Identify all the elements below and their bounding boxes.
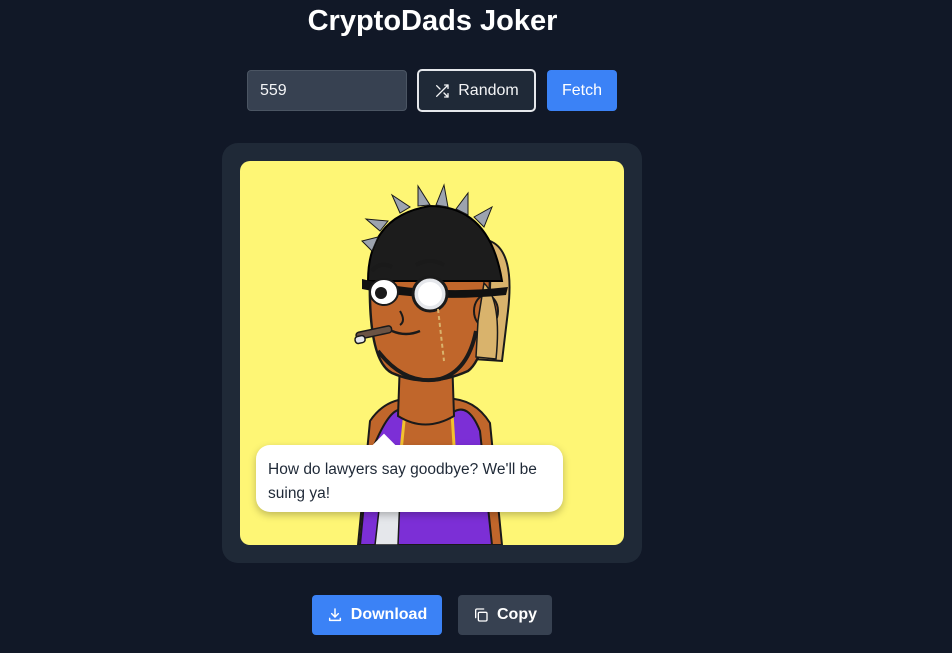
page: CryptoDads Joker Random Fetch [0,0,952,653]
shuffle-icon [434,83,450,99]
random-button-label: Random [458,81,519,99]
page-title: CryptoDads Joker [307,5,558,37]
nft-card: How do lawyers say goodbye? We'll be sui… [222,143,642,563]
download-icon [327,607,343,623]
copy-icon [473,607,489,623]
download-button-label: Download [350,606,428,623]
copy-button[interactable]: Copy [458,595,552,635]
copy-button-label: Copy [497,606,537,623]
joke-speech-bubble: How do lawyers say goodbye? We'll be sui… [256,445,563,512]
fetch-button[interactable]: Fetch [547,70,617,111]
download-button[interactable]: Download [312,595,442,635]
nft-image: How do lawyers say goodbye? We'll be sui… [240,161,624,545]
joke-text: How do lawyers say goodbye? We'll be sui… [268,461,537,502]
random-button[interactable]: Random [417,69,536,112]
token-id-input[interactable] [247,70,407,111]
